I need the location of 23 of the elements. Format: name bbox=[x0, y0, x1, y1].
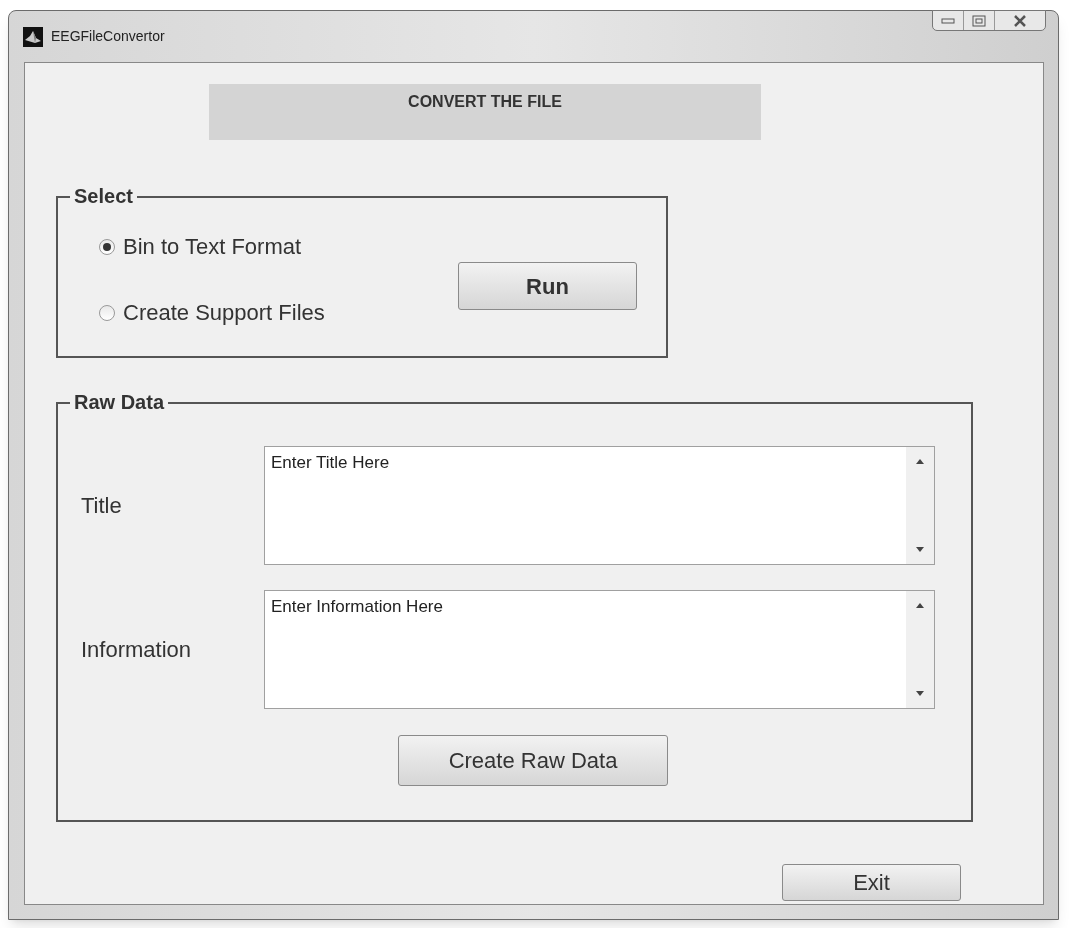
radio-label[interactable]: Create Support Files bbox=[123, 298, 325, 328]
maximize-icon[interactable] bbox=[972, 14, 986, 27]
text-field[interactable]: Enter Title Here bbox=[264, 446, 935, 565]
text-field[interactable]: Enter Information Here bbox=[264, 590, 935, 709]
scroll-down-icon[interactable] bbox=[916, 691, 924, 696]
radio-button[interactable] bbox=[99, 239, 115, 255]
app-icon bbox=[23, 26, 43, 47]
scroll-up-icon[interactable] bbox=[916, 459, 924, 464]
field-label: Title bbox=[81, 493, 122, 518]
create-raw-data-button[interactable]: Create Raw Data bbox=[398, 735, 668, 786]
scrollbar[interactable] bbox=[906, 447, 934, 564]
scroll-down-icon[interactable] bbox=[916, 547, 924, 552]
radio-button[interactable] bbox=[99, 305, 115, 321]
close-icon[interactable] bbox=[1013, 14, 1027, 27]
scroll-up-icon[interactable] bbox=[916, 603, 924, 608]
field-label: Information bbox=[81, 637, 192, 662]
scrollbar[interactable] bbox=[906, 591, 934, 708]
run-button[interactable]: Run bbox=[458, 262, 637, 310]
radio-label[interactable]: Bin to Text Format bbox=[123, 232, 302, 262]
window-title: EEGFileConvertor bbox=[51, 27, 165, 46]
minimize-icon[interactable] bbox=[941, 16, 955, 25]
heading-label: CONVERT THE FILE bbox=[209, 84, 761, 140]
exit-button[interactable]: Exit bbox=[782, 864, 961, 901]
